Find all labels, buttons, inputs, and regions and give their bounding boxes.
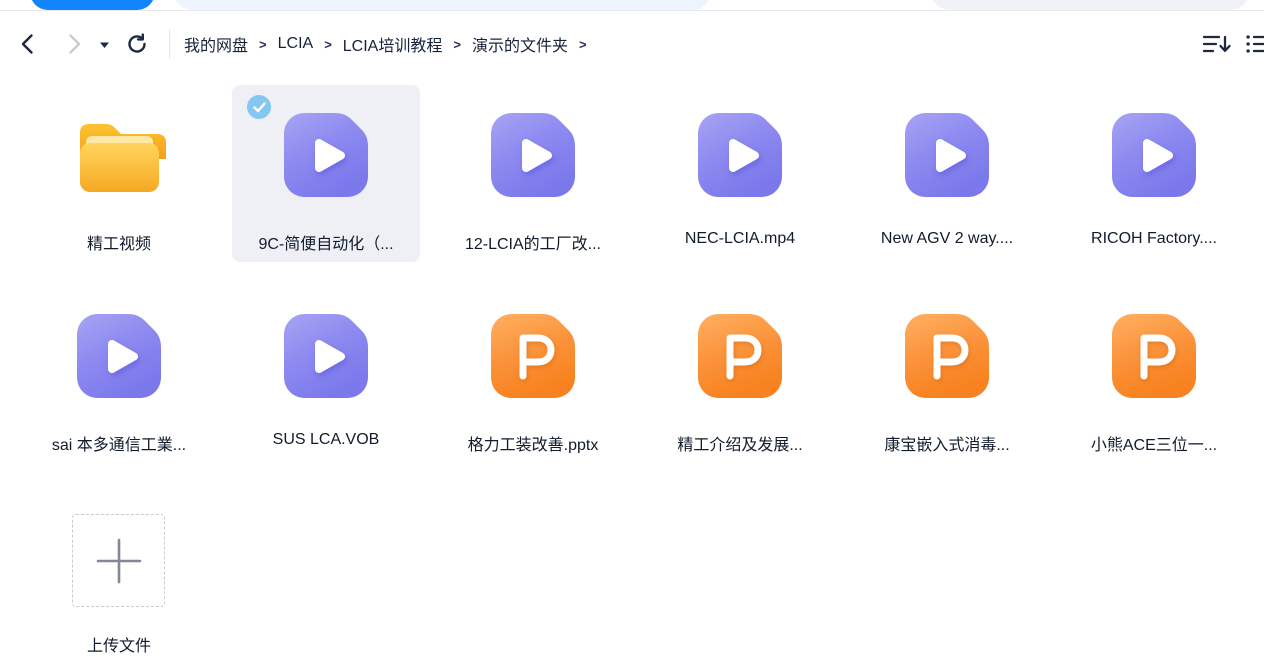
file-tile[interactable]: NEC-LCIA.mp4	[646, 85, 834, 262]
back-button[interactable]	[16, 32, 38, 56]
file-tile[interactable]: RICOH Factory....	[1060, 85, 1248, 262]
video-file-icon	[77, 314, 161, 398]
breadcrumb-item[interactable]: LCIA	[278, 35, 314, 53]
video-file-icon	[698, 113, 782, 197]
navigation-bar: 我的网盘 > LCIA > LCIA培训教程 > 演示的文件夹 >	[0, 12, 1264, 75]
file-tile[interactable]: 9C-简便自动化（...	[232, 85, 420, 262]
file-tile[interactable]: 12-LCIA的工厂改...	[439, 85, 627, 262]
file-name: 格力工装改善.pptx	[445, 431, 621, 453]
file-icon-box	[25, 314, 213, 398]
file-tile[interactable]: SUS LCA.VOB	[232, 286, 420, 463]
video-file-icon	[905, 113, 989, 197]
toolbar-pill[interactable]	[930, 0, 1250, 10]
file-icon-box	[439, 113, 627, 197]
top-app-bar	[0, 0, 1264, 11]
breadcrumb-separator-icon: >	[579, 37, 587, 52]
file-name: RICOH Factory....	[1066, 230, 1242, 252]
upload-label: 上传文件	[31, 632, 207, 654]
file-icon-box	[646, 314, 834, 398]
ppt-file-icon	[1112, 314, 1196, 398]
file-name: 12-LCIA的工厂改...	[445, 230, 621, 252]
file-tile[interactable]: New AGV 2 way....	[853, 85, 1041, 262]
breadcrumb-item[interactable]: 演示的文件夹	[472, 32, 568, 56]
file-grid: 精工视频 9C-简便自动化（... 12	[0, 75, 1264, 657]
file-name: 9C-简便自动化（...	[238, 230, 414, 252]
forward-button[interactable]	[64, 32, 86, 56]
video-file-icon	[1112, 113, 1196, 197]
file-icon-box	[646, 113, 834, 197]
search-bar[interactable]	[173, 0, 712, 10]
breadcrumb: 我的网盘 > LCIA > LCIA培训教程 > 演示的文件夹 >	[184, 12, 598, 75]
breadcrumb-separator-icon: >	[324, 37, 332, 52]
plus-icon	[96, 538, 142, 584]
ppt-file-icon	[905, 314, 989, 398]
ppt-file-icon	[491, 314, 575, 398]
file-icon-box	[853, 113, 1041, 197]
folder-tile[interactable]: 精工视频	[25, 85, 213, 262]
file-name: 小熊ACE三位一...	[1066, 431, 1242, 453]
file-icon-box	[232, 113, 420, 197]
primary-action-button[interactable]	[30, 0, 155, 10]
file-name: SUS LCA.VOB	[238, 431, 414, 453]
file-name: sai 本多通信工業...	[31, 431, 207, 453]
file-icon-box	[232, 314, 420, 398]
breadcrumb-item[interactable]: LCIA培训教程	[343, 32, 443, 56]
file-tile[interactable]: 精工介绍及发展...	[646, 286, 834, 463]
upload-tile[interactable]: 上传文件	[25, 487, 213, 657]
breadcrumb-separator-icon: >	[453, 37, 461, 52]
file-tile[interactable]: 格力工装改善.pptx	[439, 286, 627, 463]
file-tile[interactable]: 康宝嵌入式消毒...	[853, 286, 1041, 463]
video-file-icon	[491, 113, 575, 197]
navbar-divider	[169, 29, 170, 59]
breadcrumb-separator-icon: >	[259, 37, 267, 52]
file-tile[interactable]: 小熊ACE三位一...	[1060, 286, 1248, 463]
file-icon-box	[25, 113, 213, 197]
sort-order-button[interactable]	[1200, 33, 1234, 55]
video-file-icon	[284, 314, 368, 398]
folder-icon	[73, 117, 166, 193]
file-name: 精工视频	[31, 230, 207, 252]
upload-dropzone[interactable]	[72, 514, 165, 607]
refresh-button[interactable]	[125, 32, 149, 56]
view-mode-button[interactable]	[1246, 33, 1264, 55]
history-dropdown-caret-icon[interactable]	[97, 40, 111, 50]
video-file-icon	[284, 113, 368, 197]
file-icon-box	[1060, 314, 1248, 398]
file-name: NEC-LCIA.mp4	[652, 230, 828, 252]
file-icon-box	[1060, 113, 1248, 197]
file-tile[interactable]: sai 本多通信工業...	[25, 286, 213, 463]
file-name: 康宝嵌入式消毒...	[859, 431, 1035, 453]
file-icon-box	[439, 314, 627, 398]
breadcrumb-item[interactable]: 我的网盘	[184, 32, 248, 56]
file-icon-box	[853, 314, 1041, 398]
file-name: 精工介绍及发展...	[652, 431, 828, 453]
file-name: New AGV 2 way....	[859, 230, 1035, 252]
selected-check-icon[interactable]	[247, 95, 271, 119]
ppt-file-icon	[698, 314, 782, 398]
